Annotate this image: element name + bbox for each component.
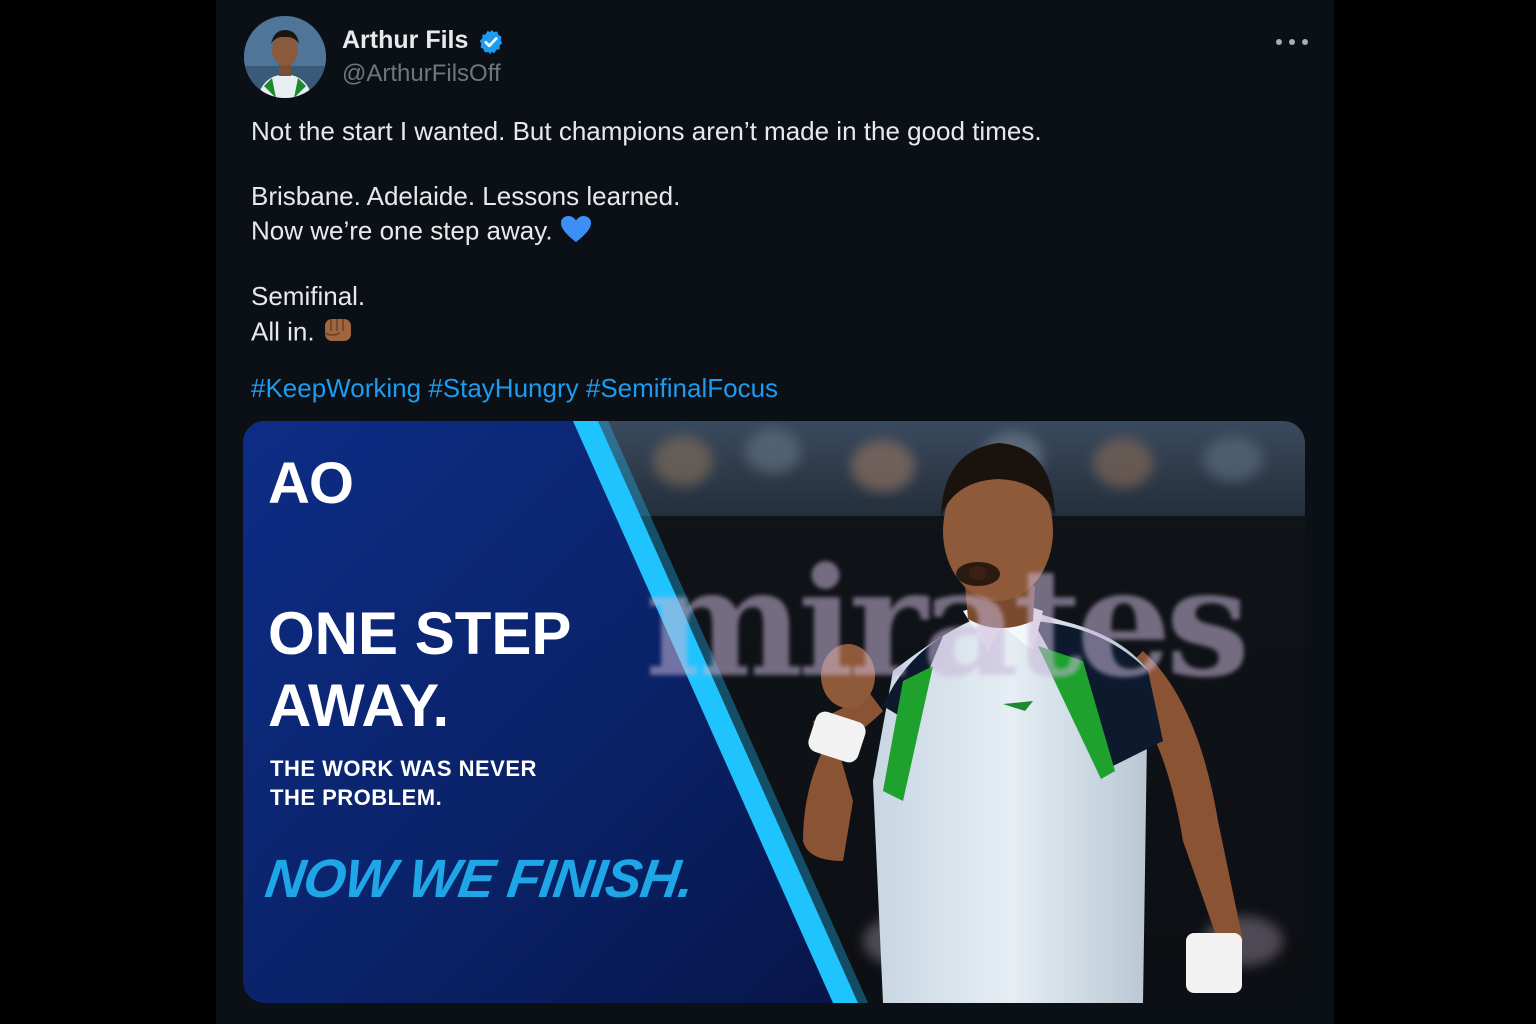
tweet-text-line: Now we’re one step away.	[251, 215, 592, 250]
tweet-text-line: Brisbane. Adelaide. Lessons learned.	[251, 181, 681, 211]
hashtag-list: #KeepWorking #StayHungry #SemifinalFocus	[251, 373, 778, 404]
blue-heart-emoji	[560, 215, 592, 250]
author-handle[interactable]: @ArthurFilsOff	[342, 60, 501, 88]
verified-badge-icon	[477, 28, 505, 56]
author-display-name[interactable]: Arthur Fils	[342, 26, 468, 55]
media-subline: THE WORK WAS NEVER THE PROBLEM.	[270, 754, 537, 812]
headline-line-1: ONE STEP	[268, 600, 572, 667]
author-avatar[interactable]	[244, 16, 326, 98]
tweet-text-line: All in.	[251, 315, 354, 352]
ao-logo: AO	[268, 451, 354, 516]
tweet-text-fragment: Now we’re one step away.	[251, 215, 553, 246]
hashtag-link[interactable]: #SemifinalFocus	[586, 373, 778, 403]
media-tagline: NOW WE FINISH.	[261, 849, 698, 909]
tweet-text-line: Semifinal.	[251, 281, 366, 311]
background-sponsor-text: mirates	[645, 535, 1250, 711]
subline-line-2: THE PROBLEM.	[270, 785, 443, 810]
media-headline: ONE STEP AWAY.	[268, 598, 571, 742]
tweet-text-line: Not the start I wanted. But champions ar…	[251, 116, 1042, 146]
hashtag-link[interactable]: #StayHungry	[428, 373, 578, 403]
headline-line-2: AWAY.	[268, 672, 450, 739]
subline-line-1: THE WORK WAS NEVER	[270, 756, 537, 781]
hashtag-link[interactable]: #KeepWorking	[251, 373, 421, 403]
tweet-text-fragment: All in.	[251, 316, 315, 347]
more-options-icon[interactable]	[1276, 32, 1308, 52]
fist-bump-emoji	[322, 315, 354, 352]
